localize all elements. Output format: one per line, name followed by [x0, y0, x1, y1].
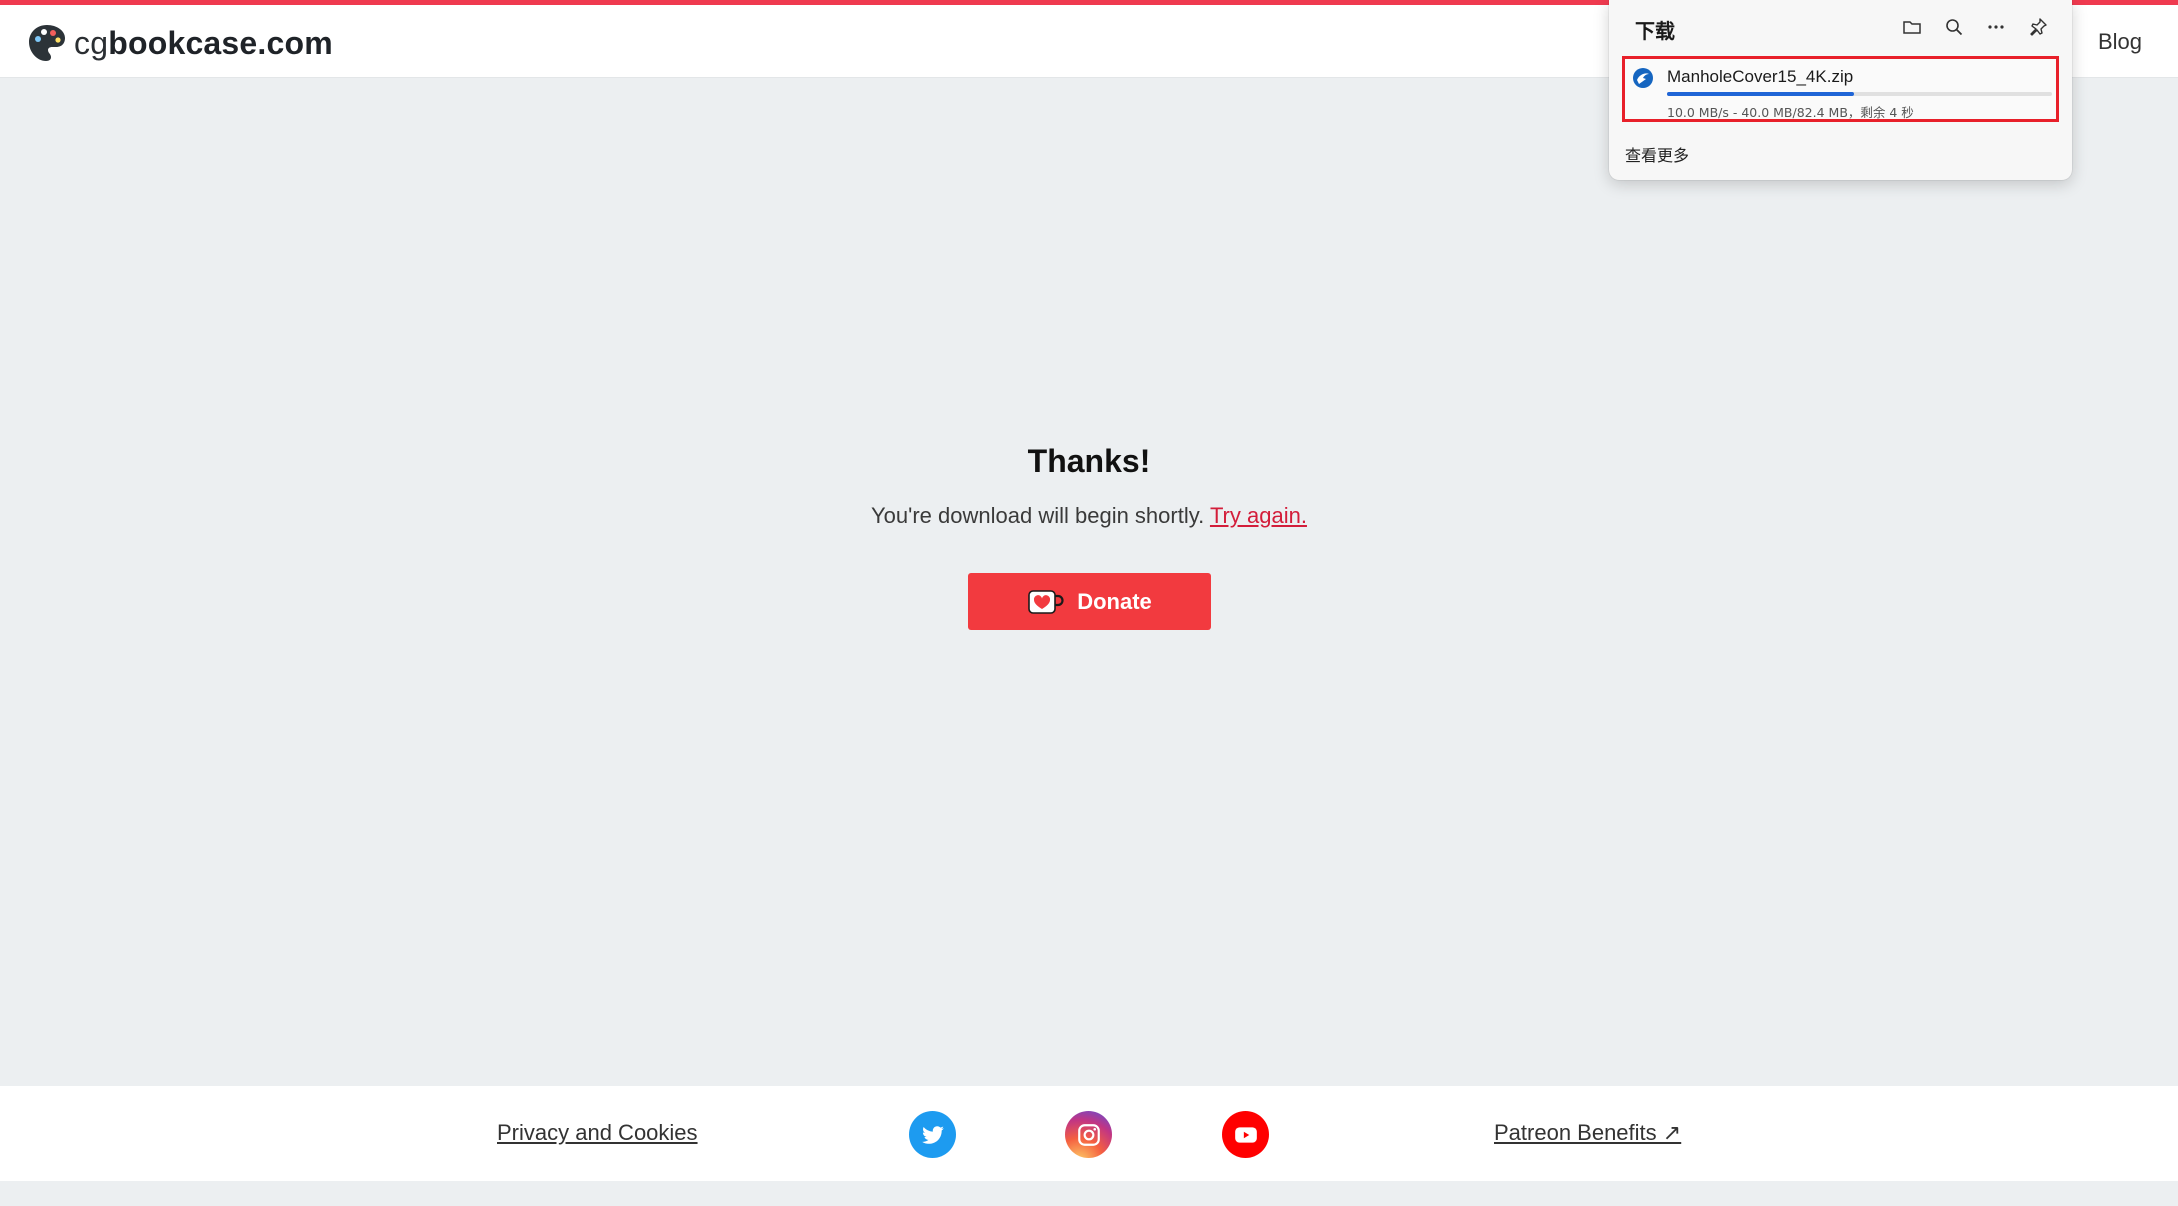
donate-button[interactable]: Donate [968, 573, 1211, 630]
twitter-icon [921, 1125, 944, 1144]
message-text: You're download will begin shortly. [871, 503, 1205, 528]
try-again-link[interactable]: Try again. [1210, 503, 1307, 528]
main-content: Thanks! You're download will begin short… [0, 78, 2178, 1086]
download-progress-fill [1667, 92, 1854, 96]
downloads-panel: 下载 ManholeCover15_4K.zip 10.0 MB/s - 40.… [1609, 0, 2072, 180]
palette-icon [29, 25, 65, 61]
search-downloads-button[interactable] [1940, 14, 1968, 40]
nav-blog-link[interactable]: Blog [2098, 29, 2142, 55]
youtube-icon [1234, 1126, 1257, 1143]
download-item[interactable]: ManholeCover15_4K.zip 10.0 MB/s - 40.0 M… [1622, 56, 2059, 122]
download-message: You're download will begin shortly. Try … [0, 503, 2178, 529]
pin-panel-button[interactable] [2024, 14, 2052, 40]
instagram-icon [1077, 1123, 1100, 1146]
folder-icon [1903, 21, 1921, 34]
instagram-link[interactable] [1065, 1111, 1112, 1158]
site-footer: Privacy and Cookies Patreon Benefits ↗ [0, 1086, 2178, 1181]
logo-main: bookcase.com [108, 24, 333, 61]
downloads-panel-title: 下载 [1635, 19, 1675, 43]
footer-bottom-strip [0, 1181, 2178, 1206]
logo-text: cgbookcase.com [74, 25, 333, 62]
see-more-link[interactable]: 查看更多 [1625, 142, 1689, 166]
download-status: 10.0 MB/s - 40.0 MB/82.4 MB，剩余 4 秒 [1667, 105, 1914, 120]
kofi-cup-icon [1028, 589, 1064, 614]
donate-label: Donate [1077, 588, 1152, 614]
patreon-benefits-link[interactable]: Patreon Benefits ↗ [1494, 1120, 1681, 1146]
search-icon [1946, 19, 1963, 36]
more-icon [1988, 25, 2004, 29]
pin-icon [2030, 18, 2047, 36]
twitter-link[interactable] [909, 1111, 956, 1158]
privacy-link[interactable]: Privacy and Cookies [497, 1120, 698, 1146]
page-title: Thanks! [1027, 443, 1151, 479]
downloads-toolbar [1898, 14, 2052, 40]
logo-prefix: cg [74, 24, 109, 61]
download-file-icon [1633, 68, 1653, 88]
download-progress-bar [1667, 92, 2052, 96]
open-folder-button[interactable] [1898, 14, 1926, 40]
site-logo[interactable]: cgbookcase.com [26, 20, 333, 66]
youtube-link[interactable] [1222, 1111, 1269, 1158]
more-options-button[interactable] [1982, 14, 2010, 40]
download-filename: ManholeCover15_4K.zip [1667, 67, 1854, 86]
